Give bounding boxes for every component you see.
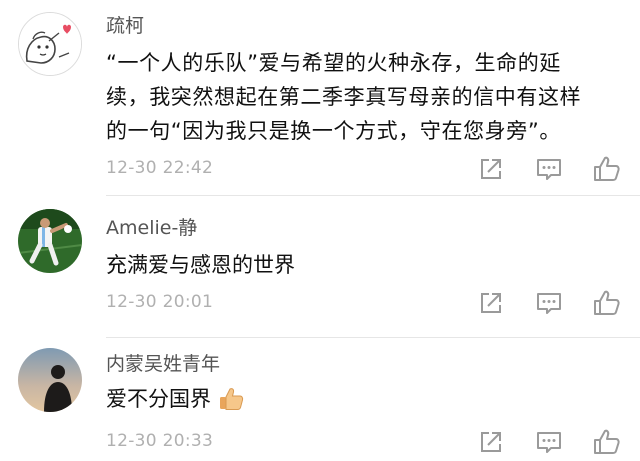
thumbs-up-icon xyxy=(594,290,620,315)
comment-line: 爱不分国界 xyxy=(106,387,211,411)
reply-icon xyxy=(537,159,561,180)
timestamp: 12-30 22:42 xyxy=(106,158,214,178)
share-button[interactable] xyxy=(476,154,506,184)
username[interactable]: 内蒙吴姓青年 xyxy=(106,349,220,376)
avatar[interactable] xyxy=(18,12,82,76)
like-button[interactable] xyxy=(592,288,622,318)
reply-icon xyxy=(537,432,561,453)
comment-text: 充满爱与感恩的世界 xyxy=(106,253,295,277)
silhouette-avatar-icon xyxy=(18,348,82,412)
action-bar xyxy=(472,154,632,184)
share-icon xyxy=(481,159,501,179)
action-bar xyxy=(472,427,632,457)
thumbs-up-icon xyxy=(594,429,620,454)
action-bar xyxy=(472,288,632,318)
comment-item: Amelie-静 充满爱与感恩的世界 12-30 20:01 xyxy=(0,196,640,338)
reply-button[interactable] xyxy=(534,288,564,318)
comment-text: “一个人的乐队”爱与希望的火种永存，生命的延 续，我突然想起在第二季李真写母亲的… xyxy=(106,46,606,148)
soccer-player-avatar-icon xyxy=(18,209,82,273)
thumbs-up-emoji xyxy=(217,385,245,413)
share-icon xyxy=(481,293,501,313)
comment-item: 疏柯 “一个人的乐队”爱与希望的火种永存，生命的延 续，我突然想起在第二季李真写… xyxy=(0,0,640,196)
share-icon xyxy=(481,432,501,452)
reply-button[interactable] xyxy=(534,154,564,184)
avatar[interactable] xyxy=(18,209,82,273)
comment-text: 爱不分国界 xyxy=(106,382,606,416)
timestamp: 12-30 20:33 xyxy=(106,431,214,451)
comment-line: “一个人的乐队”爱与希望的火种永存，生命的延 xyxy=(106,51,561,75)
comment-line: 的一句“因为我只是换一个方式，守在您身旁”。 xyxy=(106,119,561,143)
share-button[interactable] xyxy=(476,288,506,318)
share-button[interactable] xyxy=(476,427,506,457)
comment-item: 内蒙吴姓青年 爱不分国界 12-30 20:33 xyxy=(0,338,640,454)
like-button[interactable] xyxy=(592,427,622,457)
comment-line: 续，我突然想起在第二季李真写母亲的信中有这样 xyxy=(106,85,582,109)
reply-icon xyxy=(537,293,561,314)
avatar[interactable] xyxy=(18,348,82,412)
reply-button[interactable] xyxy=(534,427,564,457)
thumbs-up-icon xyxy=(594,156,620,181)
username[interactable]: Amelie-静 xyxy=(106,213,197,240)
username[interactable]: 疏柯 xyxy=(106,11,144,38)
timestamp: 12-30 20:01 xyxy=(106,292,214,312)
cartoon-avatar-icon xyxy=(19,13,81,75)
like-button[interactable] xyxy=(592,154,622,184)
